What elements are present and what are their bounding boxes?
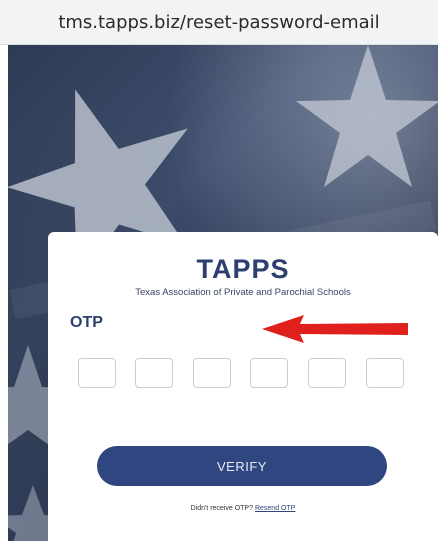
resend-otp-link[interactable]: Resend OTP xyxy=(255,505,295,512)
logo-subtitle: Texas Association of Private and Parochi… xyxy=(135,287,351,298)
tapps-logo: TAPPS xyxy=(196,254,290,284)
red-arrow-icon xyxy=(262,315,408,343)
otp-digit-4[interactable] xyxy=(250,358,288,388)
otp-label: OTP xyxy=(70,314,103,331)
url-text[interactable]: tms.tapps.biz/reset-password-email xyxy=(58,12,379,33)
address-bar[interactable]: tms.tapps.biz/reset-password-email xyxy=(0,0,438,45)
otp-digit-6[interactable] xyxy=(366,358,404,388)
otp-digit-1[interactable] xyxy=(78,358,116,388)
resend-prompt: Didn't receive OTP? xyxy=(190,505,253,512)
resend-row: Didn't receive OTP? Resend OTP xyxy=(48,505,438,512)
otp-card: TAPPS Texas Association of Private and P… xyxy=(48,232,438,541)
verify-button[interactable]: VERIFY xyxy=(97,446,387,486)
otp-digit-5[interactable] xyxy=(308,358,346,388)
otp-digit-3[interactable] xyxy=(193,358,231,388)
verify-label: VERIFY xyxy=(217,458,267,474)
otp-digit-2[interactable] xyxy=(135,358,173,388)
